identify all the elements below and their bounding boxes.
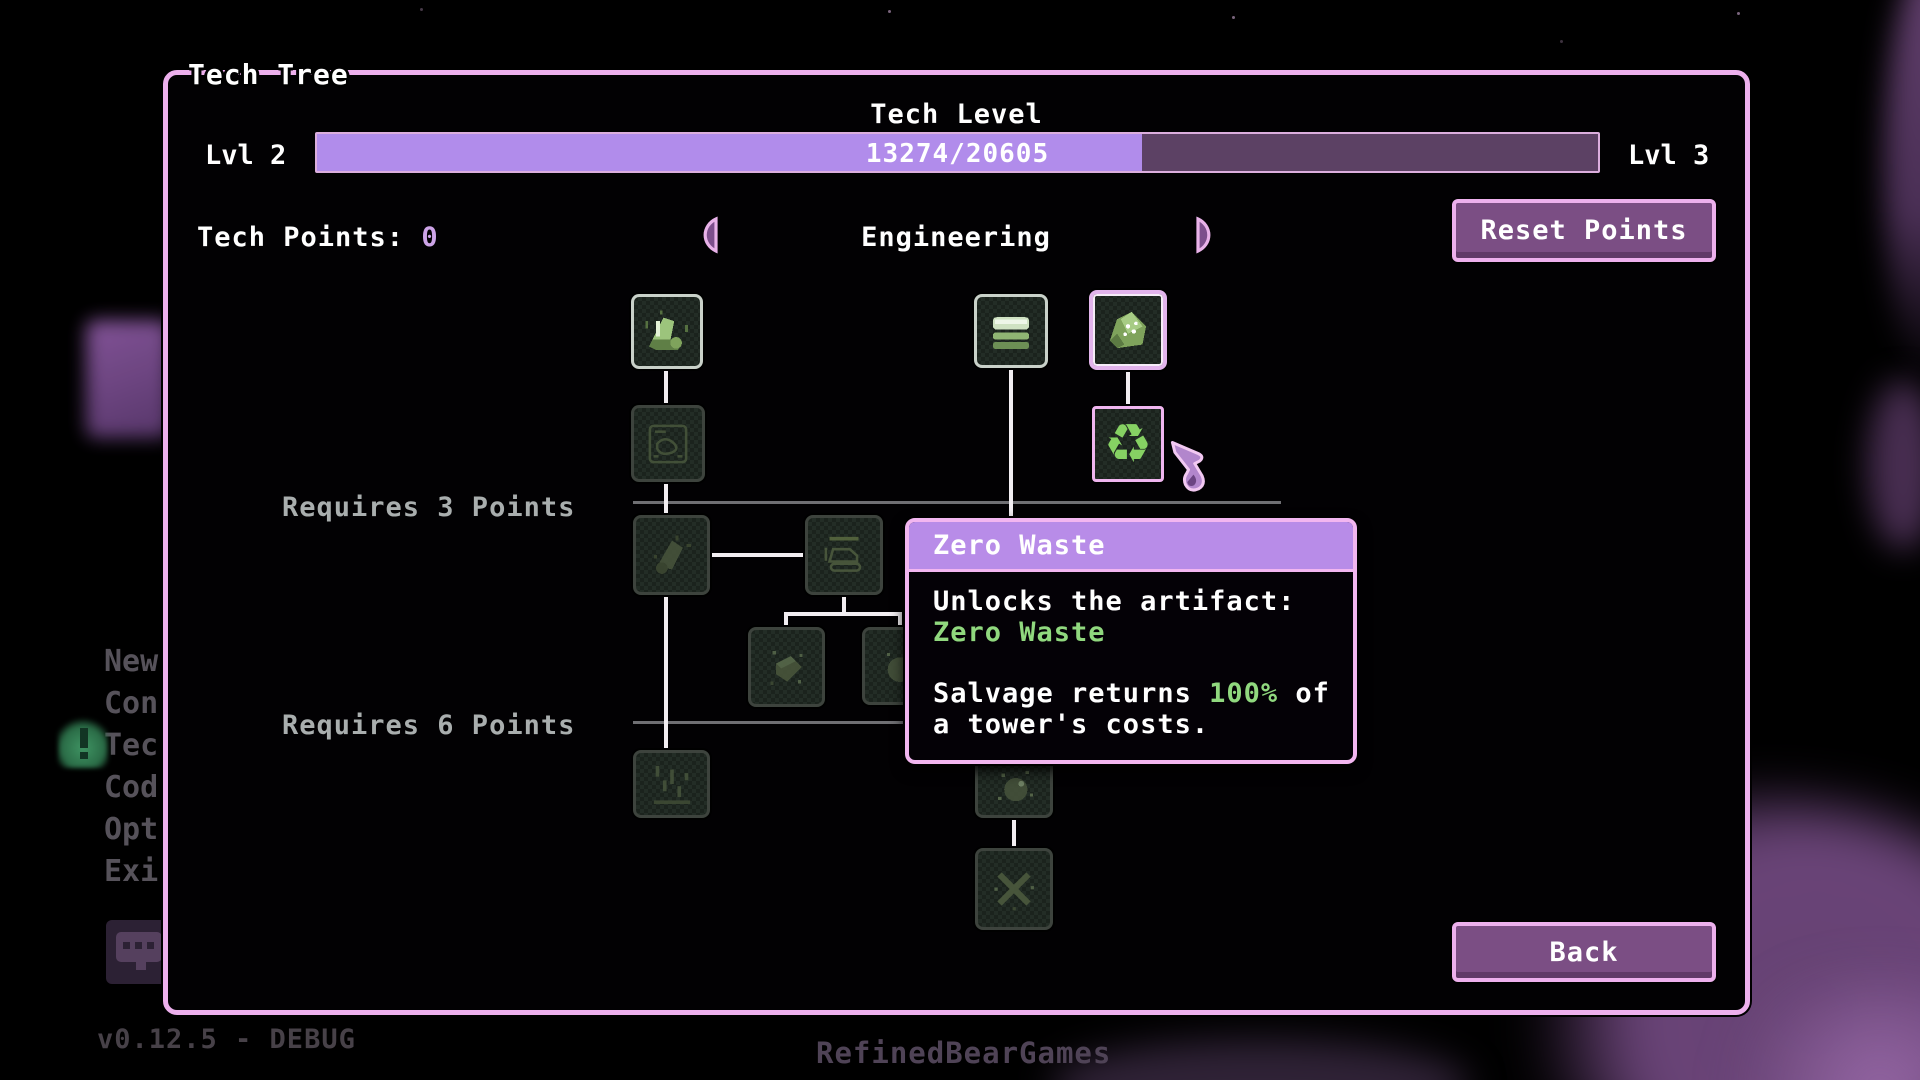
bg-menu-item-codex: Cod xyxy=(104,770,164,804)
rain-icon xyxy=(643,755,701,813)
notification-exclamation-dot xyxy=(80,752,88,759)
connector xyxy=(664,480,668,517)
nebula-right-edge xyxy=(1884,0,1920,380)
tier1-divider xyxy=(633,501,1281,504)
tooltip-title: Zero Waste xyxy=(909,522,1353,572)
category-name: Engineering xyxy=(720,222,1192,253)
tech-node-barrel[interactable] xyxy=(748,627,825,707)
bg-menu-item-options: Opt xyxy=(104,812,164,846)
connector xyxy=(664,369,668,407)
mouse-cursor-icon xyxy=(1168,440,1214,492)
bg-menu-item-exit: Exi xyxy=(104,854,164,888)
tier2-label: Requires 6 Points xyxy=(282,710,582,741)
salvage-rock-icon xyxy=(1099,301,1157,359)
connector xyxy=(1012,818,1016,850)
turret-icon xyxy=(638,303,696,361)
armor-plating-icon xyxy=(982,302,1040,360)
tooltip-salvage-line: Salvage returns 100% of xyxy=(933,678,1333,709)
version-label: v0.12.5 - DEBUG xyxy=(97,1024,356,1055)
star xyxy=(1737,12,1740,15)
star xyxy=(1560,40,1563,43)
reset-points-button[interactable]: Reset Points xyxy=(1452,199,1716,262)
tech-node-turret[interactable] xyxy=(631,294,703,369)
notification-exclamation-icon xyxy=(80,728,88,748)
star xyxy=(420,8,423,11)
bg-menu-item-tech: Tec xyxy=(104,728,164,762)
progress-value: 13274/20605 xyxy=(317,139,1598,169)
tooltip-line-unlocks: Unlocks the artifact: xyxy=(933,586,1333,617)
tech-node-vehicle-blueprint[interactable] xyxy=(805,515,883,595)
tech-points-value: 0 xyxy=(421,222,438,253)
tech-node-zero-waste[interactable]: ♻ xyxy=(1092,406,1164,482)
tier1-label: Requires 3 Points xyxy=(282,492,582,523)
level-right-label: Lvl 3 xyxy=(1628,140,1709,171)
tech-node-gear-blueprint[interactable] xyxy=(631,405,705,482)
bg-menu-item-continue: Con xyxy=(104,686,164,720)
tech-points-label: Tech Points: 0 xyxy=(197,222,439,253)
back-button[interactable]: Back xyxy=(1452,922,1716,982)
studio-label: RefinedBearGames xyxy=(816,1036,1111,1070)
bg-menu-item-new: New xyxy=(104,644,164,678)
claw-icon xyxy=(985,860,1043,918)
panel-title: Tech Tree xyxy=(188,58,349,91)
salvage-percent: 100% xyxy=(1209,678,1278,709)
tooltip-zero-waste: Zero Waste Unlocks the artifact: Zero Wa… xyxy=(905,518,1357,764)
connector xyxy=(1126,369,1130,408)
blurred-game-logo xyxy=(86,320,170,438)
mine-icon xyxy=(985,757,1043,815)
connector xyxy=(710,553,805,557)
tech-node-cannon[interactable] xyxy=(633,515,710,595)
connector xyxy=(664,593,668,752)
category-prev-arrow[interactable] xyxy=(692,215,720,255)
nebula-right-patch xyxy=(1868,380,1920,550)
tech-node-rain[interactable] xyxy=(633,750,710,818)
vehicle-blueprint-icon xyxy=(815,526,873,584)
star xyxy=(1232,16,1235,19)
star xyxy=(888,10,891,13)
recycle-icon: ♻ xyxy=(1104,417,1152,471)
tech-node-salvage[interactable] xyxy=(1089,290,1167,370)
tech-level-progress-bar: 13274/20605 xyxy=(315,132,1600,173)
gear-blueprint-icon xyxy=(639,415,697,473)
nebula-bottom-center xyxy=(1050,1040,1470,1080)
cannon-icon xyxy=(643,526,701,584)
tech-node-claw[interactable] xyxy=(975,848,1053,930)
category-next-arrow[interactable] xyxy=(1194,215,1222,255)
barrel-icon xyxy=(758,638,816,696)
tech-level-heading: Tech Level xyxy=(163,99,1750,130)
level-left-label: Lvl 2 xyxy=(205,140,286,171)
connector xyxy=(784,612,902,616)
tooltip-artifact-name: Zero Waste xyxy=(933,617,1333,648)
tooltip-salvage-line2: a tower's costs. xyxy=(933,709,1333,740)
tech-node-armor-plating[interactable] xyxy=(974,294,1048,368)
